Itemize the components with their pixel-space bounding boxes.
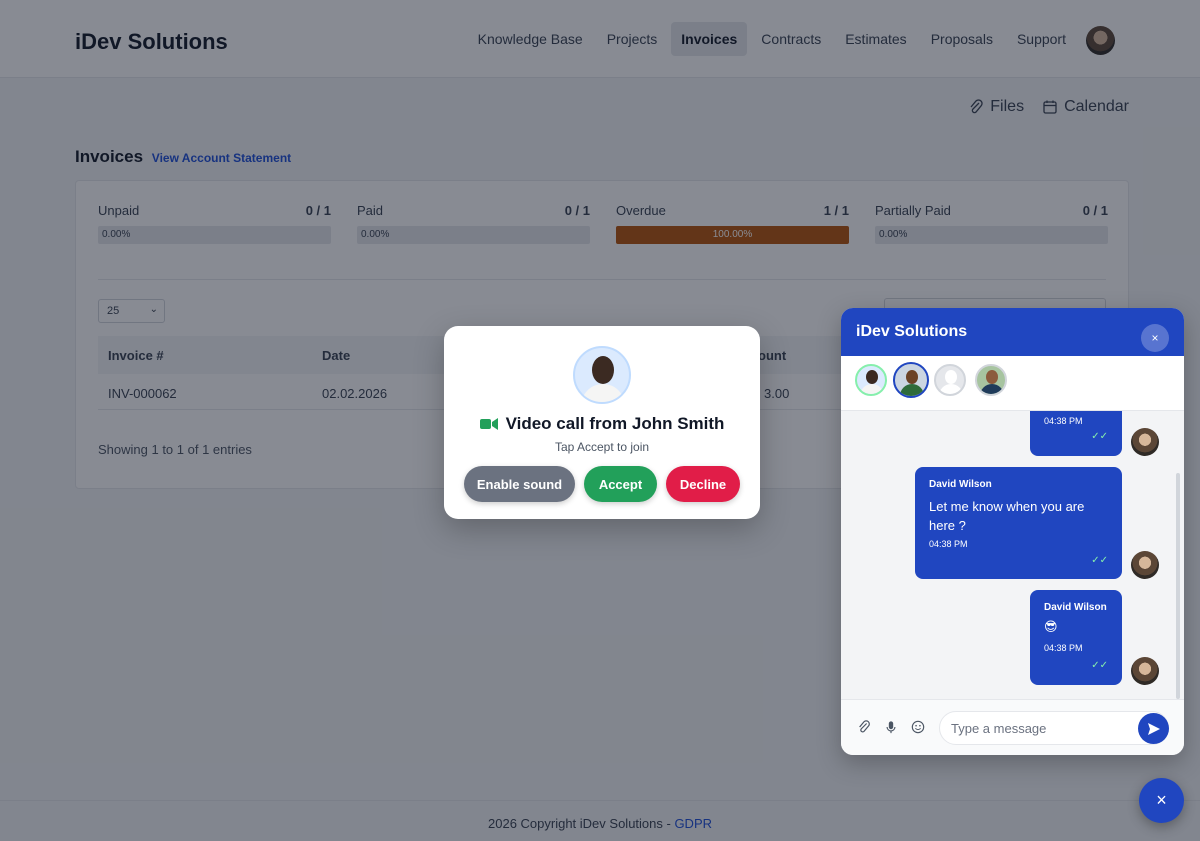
message-text: Let me know when you are (929, 499, 1085, 514)
message-emoji: 😎 (1044, 619, 1058, 634)
participant-avatar[interactable] (893, 362, 929, 398)
caller-avatar (573, 346, 631, 404)
scrollbar[interactable] (1176, 473, 1180, 699)
send-icon (1147, 722, 1160, 735)
participant-avatar[interactable] (934, 364, 966, 396)
sender-avatar (1131, 428, 1159, 456)
message-sender: David Wilson (929, 479, 992, 490)
message-sender: David Wilson (1044, 602, 1107, 613)
incoming-call-dialog: Video call from John Smith Tap Accept to… (444, 326, 760, 519)
read-check-icon: ✓✓ (1091, 555, 1108, 566)
sender-avatar (1131, 657, 1159, 685)
chat-widget: iDev Solutions × 04:38 PM ✓✓ David Wilso… (841, 308, 1184, 755)
call-title: Video call from John Smith (444, 414, 760, 434)
microphone-icon[interactable] (884, 720, 898, 734)
chat-toggle-button[interactable]: × (1139, 778, 1184, 823)
chat-header: iDev Solutions × (841, 308, 1184, 356)
message-time: 04:38 PM (1044, 643, 1083, 653)
call-subtitle: Tap Accept to join (554, 440, 650, 454)
emoji-icon[interactable] (911, 720, 925, 734)
message-list: 04:38 PM ✓✓ David Wilson Let me know whe… (841, 411, 1184, 699)
participant-avatar[interactable] (855, 364, 887, 396)
participant-list (841, 356, 1184, 411)
enable-sound-button[interactable]: Enable sound (464, 466, 575, 502)
message-bubble: David Wilson 😎 04:38 PM ✓✓ (1030, 590, 1122, 685)
message-bubble: David Wilson Let me know when you are he… (915, 467, 1122, 579)
message-input[interactable]: Type a message (939, 711, 1169, 745)
message-composer: Type a message (841, 699, 1184, 755)
read-check-icon: ✓✓ (1091, 431, 1108, 442)
message-time: 04:38 PM (929, 539, 968, 549)
send-button[interactable] (1138, 713, 1169, 744)
accept-button[interactable]: Accept (584, 466, 657, 502)
decline-button[interactable]: Decline (666, 466, 740, 502)
message-time: 04:38 PM (1044, 416, 1083, 426)
participant-avatar[interactable] (975, 364, 1007, 396)
call-title-text: Video call from John Smith (505, 414, 725, 433)
read-check-icon: ✓✓ (1091, 660, 1108, 671)
chat-title: iDev Solutions (856, 323, 968, 340)
sender-avatar (1131, 551, 1159, 579)
message-text: here ? (929, 518, 966, 533)
paperclip-icon[interactable] (857, 720, 871, 734)
video-camera-icon (479, 418, 498, 430)
close-icon[interactable]: × (1141, 324, 1169, 352)
message-bubble: 04:38 PM ✓✓ (1030, 411, 1122, 456)
